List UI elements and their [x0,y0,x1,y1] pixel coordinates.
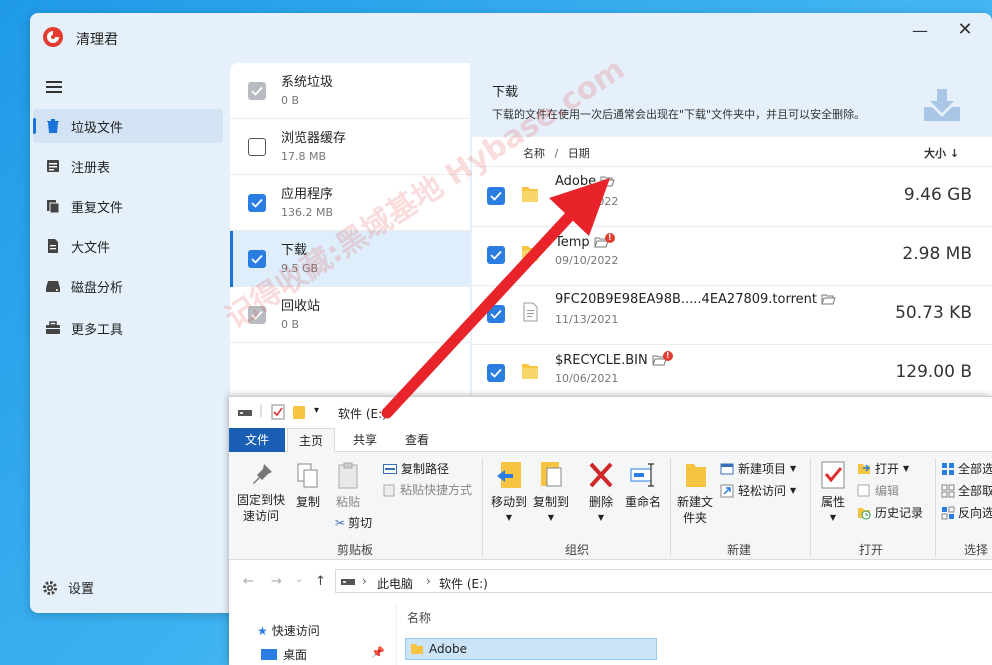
annotation-arrow [381,178,610,419]
